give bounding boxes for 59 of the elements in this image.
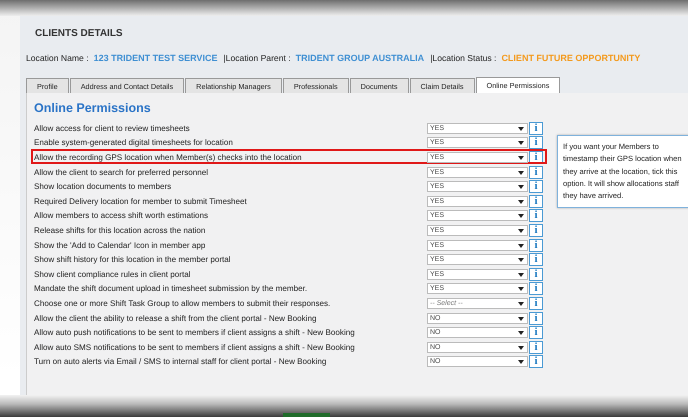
caret-icon: [518, 346, 524, 350]
section-title: Online Permissions: [34, 101, 152, 115]
info-button[interactable]: i: [529, 122, 543, 135]
info-button[interactable]: i: [529, 180, 543, 194]
permission-label: Show location documents to members: [34, 182, 172, 192]
permission-label: Enable system-generated digital timesheets for location: [34, 138, 234, 148]
caret-icon: [518, 126, 524, 131]
caret-icon: [518, 272, 524, 277]
info-button[interactable]: i: [529, 253, 543, 266]
info-button[interactable]: i: [529, 224, 543, 237]
info-button[interactable]: i: [529, 238, 543, 252]
caret-icon: [518, 185, 524, 190]
permission-label: Turn on auto alerts via Email / SMS to internal staff for client portal - New Booking: [34, 357, 328, 366]
info-button[interactable]: i: [529, 355, 543, 368]
permission-label: Allow access for client to review timesheets: [34, 124, 191, 133]
caret-icon: [518, 244, 524, 248]
field-label: Location Name :: [26, 53, 89, 63]
permission-label: Allow auto SMS notifications to be sent to members if client assigns a shift - New Booking: [34, 342, 356, 352]
field-value: TRIDENT GROUP AUSTRALIA: [296, 53, 424, 63]
info-button[interactable]: i: [529, 166, 543, 179]
field-label: |Location Status :: [430, 53, 496, 63]
progress-indicator: [283, 413, 330, 417]
caret-icon: [518, 258, 524, 262]
permission-label: Show the 'Add to Calendar' Icon in member app: [34, 240, 206, 250]
permission-label: Show shift history for this location in the member portal: [34, 255, 232, 264]
info-button[interactable]: i: [529, 194, 543, 208]
caret-icon: [518, 287, 524, 292]
permission-label: Allow the client the ability to release a shift from the client portal - New Booking: [34, 314, 318, 323]
permission-label: Mandate the shift document upload in timesheet submission by the member.: [34, 284, 308, 294]
info-button[interactable]: i: [529, 209, 543, 222]
caret-icon: [518, 141, 524, 146]
info-button[interactable]: i: [529, 268, 543, 281]
permission-label: Choose one or more Shift Task Group to allow members to submit their responses.: [34, 298, 332, 308]
caret-icon: [518, 200, 524, 204]
caret-icon: [518, 302, 524, 306]
permission-label: Required Delivery location for member to submit Timesheet: [34, 196, 248, 206]
caret-icon: [518, 156, 524, 160]
info-button[interactable]: i: [529, 312, 543, 325]
permission-label: Allow the client to search for preferred personnel: [34, 168, 210, 177]
info-button[interactable]: i: [529, 136, 543, 150]
permission-label: Show client compliance rules in client portal: [34, 270, 192, 279]
caret-icon: [518, 360, 524, 364]
permission-label: Release shifts for this location across the nation: [34, 226, 206, 235]
permission-label: Allow members to access shift worth estimations: [34, 211, 210, 220]
caret-icon: [518, 214, 524, 218]
info-button[interactable]: i: [529, 296, 543, 310]
field-label: |Location Parent :: [223, 53, 291, 63]
field-value: CLIENT FUTURE OPPORTUNITY: [501, 53, 640, 63]
field-value: 123 TRIDENT TEST SERVICE: [94, 53, 218, 63]
caret-icon: [518, 316, 524, 321]
info-button[interactable]: i: [529, 282, 543, 296]
permission-label: Allow auto push notifications to be sent to members if client assigns a shift - New Booking: [34, 328, 356, 338]
info-button[interactable]: i: [529, 340, 543, 354]
caret-icon: [518, 170, 524, 175]
caret-icon: [518, 228, 524, 233]
info-button[interactable]: i: [529, 326, 543, 340]
permission-label: Allow the recording GPS location when Member(s) checks into the location: [34, 152, 303, 162]
caret-icon: [518, 331, 524, 336]
page-title: CLIENTS DETAILS: [35, 28, 124, 39]
